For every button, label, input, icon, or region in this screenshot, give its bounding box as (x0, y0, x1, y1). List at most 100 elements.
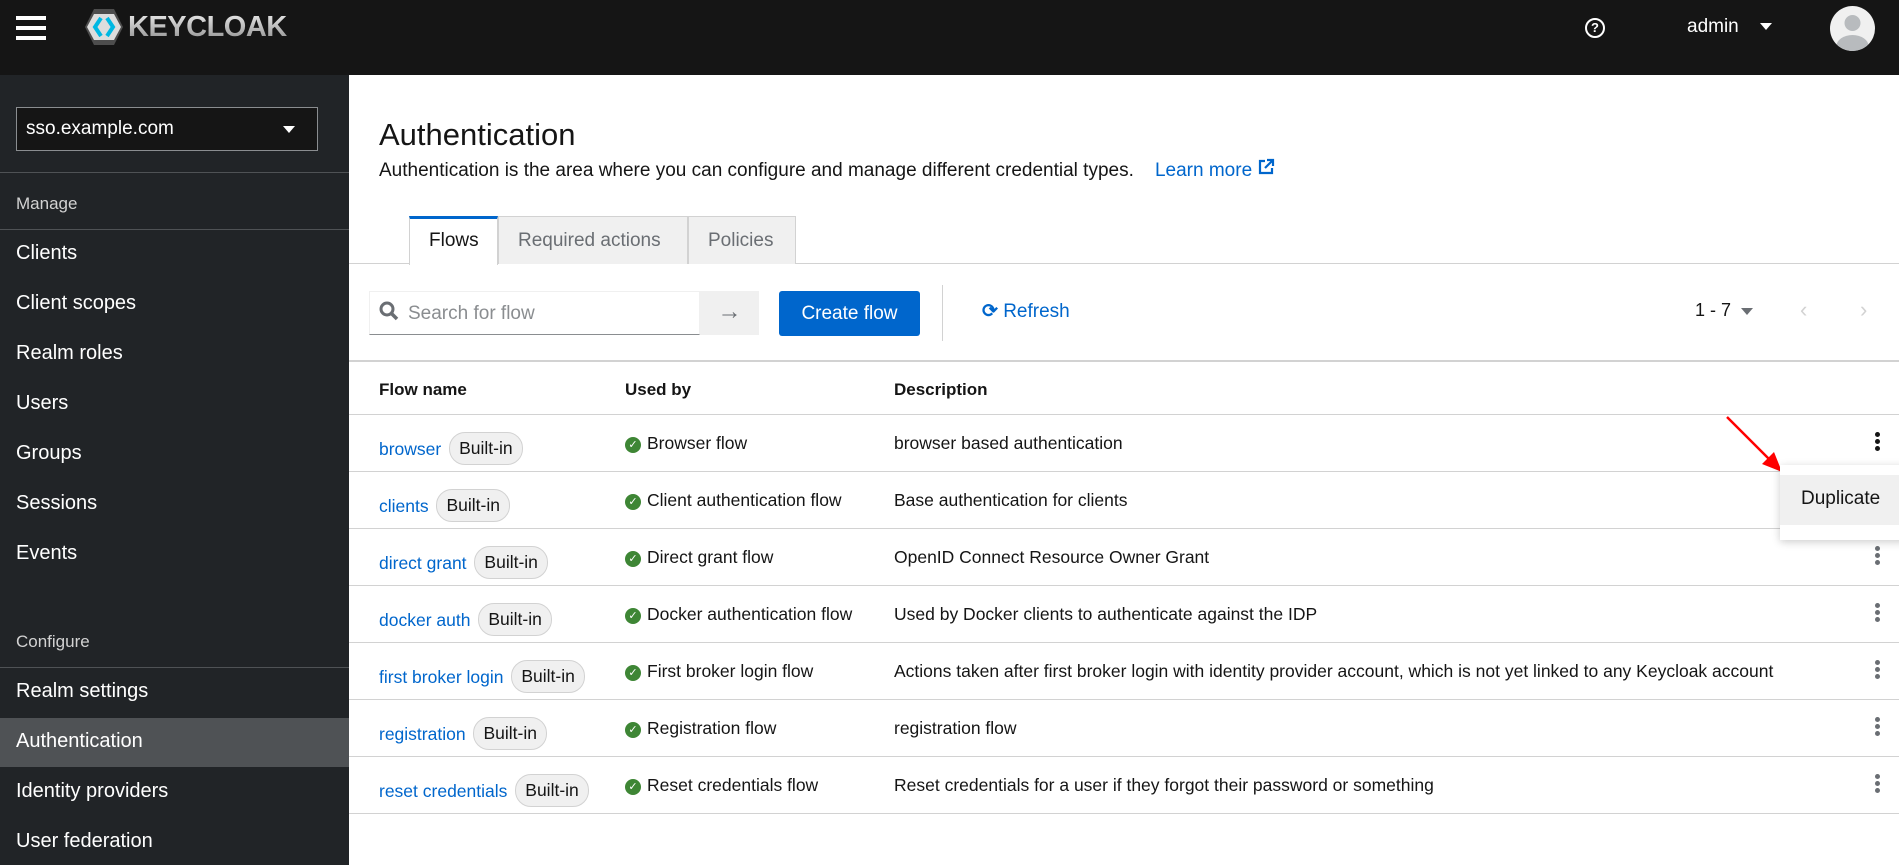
table-row: browser Built-in ✓ Browser flow browser b… (349, 415, 1899, 472)
kebab-menu-icon[interactable] (1875, 717, 1881, 738)
built-in-badge: Built-in (511, 660, 585, 693)
flow-name-cell: direct grant Built-in (379, 546, 548, 580)
nav-events[interactable]: Events (0, 530, 349, 579)
create-flow-button[interactable]: Create flow (779, 291, 920, 336)
realm-selector[interactable]: sso.example.com (16, 107, 318, 151)
check-circle-icon: ✓ (625, 665, 641, 681)
col-flow-name[interactable]: Flow name (379, 380, 467, 400)
section-configure: Configure (16, 632, 90, 651)
table-row: clients Built-in ✓ Client authentication … (349, 472, 1899, 529)
caret-down-icon (283, 126, 295, 133)
hamburger-menu-icon[interactable] (16, 16, 46, 40)
sidebar: sso.example.com Manage Clients Client sc… (0, 75, 349, 865)
built-in-badge: Built-in (474, 546, 548, 579)
flow-name-link[interactable]: first broker login (379, 667, 504, 687)
table-row: first broker login Built-in ✓ First broke… (349, 643, 1899, 700)
learn-more-link[interactable]: Learn more (1155, 158, 1275, 181)
menu-item-duplicate[interactable]: Duplicate (1780, 475, 1899, 525)
built-in-badge: Built-in (515, 774, 589, 807)
flow-name-link[interactable]: docker auth (379, 610, 470, 630)
used-by-cell: ✓ Registration flow (625, 718, 776, 739)
built-in-badge: Built-in (473, 717, 547, 750)
check-circle-icon: ✓ (625, 551, 641, 567)
used-by-text: Client authentication flow (647, 490, 842, 510)
check-circle-icon: ✓ (625, 608, 641, 624)
used-by-cell: ✓ Client authentication flow (625, 490, 842, 511)
description-cell: OpenID Connect Resource Owner Grant (894, 547, 1210, 567)
kebab-menu-icon[interactable] (1875, 660, 1881, 681)
description-cell: Used by Docker clients to authenticate a… (894, 604, 1318, 624)
page-title: Authentication (379, 117, 576, 152)
table-row: registration Built-in ✓ Registration flow… (349, 700, 1899, 757)
refresh-button[interactable]: ⟳ Refresh (982, 300, 1070, 323)
used-by-cell: ✓ Docker authentication flow (625, 604, 852, 625)
built-in-badge: Built-in (436, 489, 510, 522)
used-by-text: Registration flow (647, 718, 777, 738)
keycloak-logo[interactable]: KEYCLOAK (84, 8, 287, 46)
flow-name-cell: clients Built-in (379, 489, 510, 523)
toolbar-divider (942, 285, 943, 341)
keycloak-hex-icon (85, 9, 123, 45)
nav-sessions[interactable]: Sessions (0, 480, 349, 529)
description-cell: Reset credentials for a user if they for… (894, 775, 1434, 795)
used-by-text: Direct grant flow (647, 547, 774, 567)
description-cell: registration flow (894, 718, 1017, 738)
check-circle-icon: ✓ (625, 437, 641, 453)
nav-realm-settings[interactable]: Realm settings (0, 668, 349, 717)
nav-user-federation[interactable]: User federation (0, 818, 349, 867)
nav-authentication[interactable]: Authentication (0, 718, 349, 767)
nav-users[interactable]: Users (0, 380, 349, 429)
col-used-by[interactable]: Used by (625, 380, 691, 400)
used-by-text: Browser flow (647, 433, 748, 453)
used-by-cell: ✓ Reset credentials flow (625, 775, 818, 796)
flow-name-link[interactable]: reset credentials (379, 781, 507, 801)
flow-name-link[interactable]: direct grant (379, 553, 467, 573)
nav-realm-roles[interactable]: Realm roles (0, 330, 349, 379)
search-input[interactable]: Search for flow (369, 291, 700, 335)
table-row: direct grant Built-in ✓ Direct grant flow… (349, 529, 1899, 586)
flow-name-cell: browser Built-in (379, 432, 523, 466)
tab-flows[interactable]: Flows (409, 216, 498, 265)
kebab-menu-icon[interactable] (1875, 603, 1881, 624)
built-in-badge: Built-in (449, 432, 523, 465)
flow-name-link[interactable]: clients (379, 496, 429, 516)
search-submit-arrow-icon[interactable]: → (700, 291, 759, 335)
caret-down-icon (1741, 307, 1754, 315)
user-dropdown[interactable]: admin (1687, 16, 1772, 38)
realm-name: sso.example.com (26, 118, 174, 139)
check-circle-icon: ✓ (625, 494, 641, 510)
check-circle-icon: ✓ (625, 722, 641, 738)
nav-clients[interactable]: Clients (0, 230, 349, 279)
nav-client-scopes[interactable]: Client scopes (0, 280, 349, 329)
table-row: docker auth Built-in ✓ Docker authenticat… (349, 586, 1899, 643)
used-by-text: Docker authentication flow (647, 604, 853, 624)
description-cell: Actions taken after first broker login w… (894, 661, 1774, 681)
table-row: reset credentials Built-in ✓ Reset creden… (349, 757, 1899, 814)
col-description[interactable]: Description (894, 380, 988, 400)
nav-groups[interactable]: Groups (0, 430, 349, 479)
used-by-cell: ✓ First broker login flow (625, 661, 813, 682)
used-by-cell: ✓ Browser flow (625, 433, 747, 454)
section-manage: Manage (16, 194, 78, 213)
description-cell: Base authentication for clients (894, 490, 1128, 510)
avatar[interactable] (1830, 6, 1875, 51)
kebab-menu-icon[interactable] (1875, 774, 1881, 795)
kebab-menu-icon[interactable] (1875, 432, 1881, 453)
row-actions-menu: Duplicate (1780, 465, 1899, 540)
used-by-cell: ✓ Direct grant flow (625, 547, 773, 568)
external-link-icon (1259, 158, 1275, 175)
tab-required-actions[interactable]: Required actions (498, 216, 688, 264)
pagination-toggle[interactable]: 1 - 7 (1695, 300, 1754, 321)
help-icon[interactable]: ? (1585, 18, 1605, 38)
caret-down-icon (1759, 23, 1772, 31)
flow-name-link[interactable]: registration (379, 724, 466, 744)
search-icon (379, 301, 399, 327)
previous-page-icon[interactable]: ‹ (1800, 297, 1807, 323)
tab-policies[interactable]: Policies (688, 216, 796, 264)
kebab-menu-icon[interactable] (1875, 546, 1881, 567)
nav-identity-providers[interactable]: Identity providers (0, 768, 349, 817)
next-page-icon[interactable]: › (1860, 297, 1867, 323)
sync-icon: ⟳ (982, 301, 998, 322)
flow-name-cell: first broker login Built-in (379, 660, 585, 694)
flow-name-link[interactable]: browser (379, 439, 441, 459)
